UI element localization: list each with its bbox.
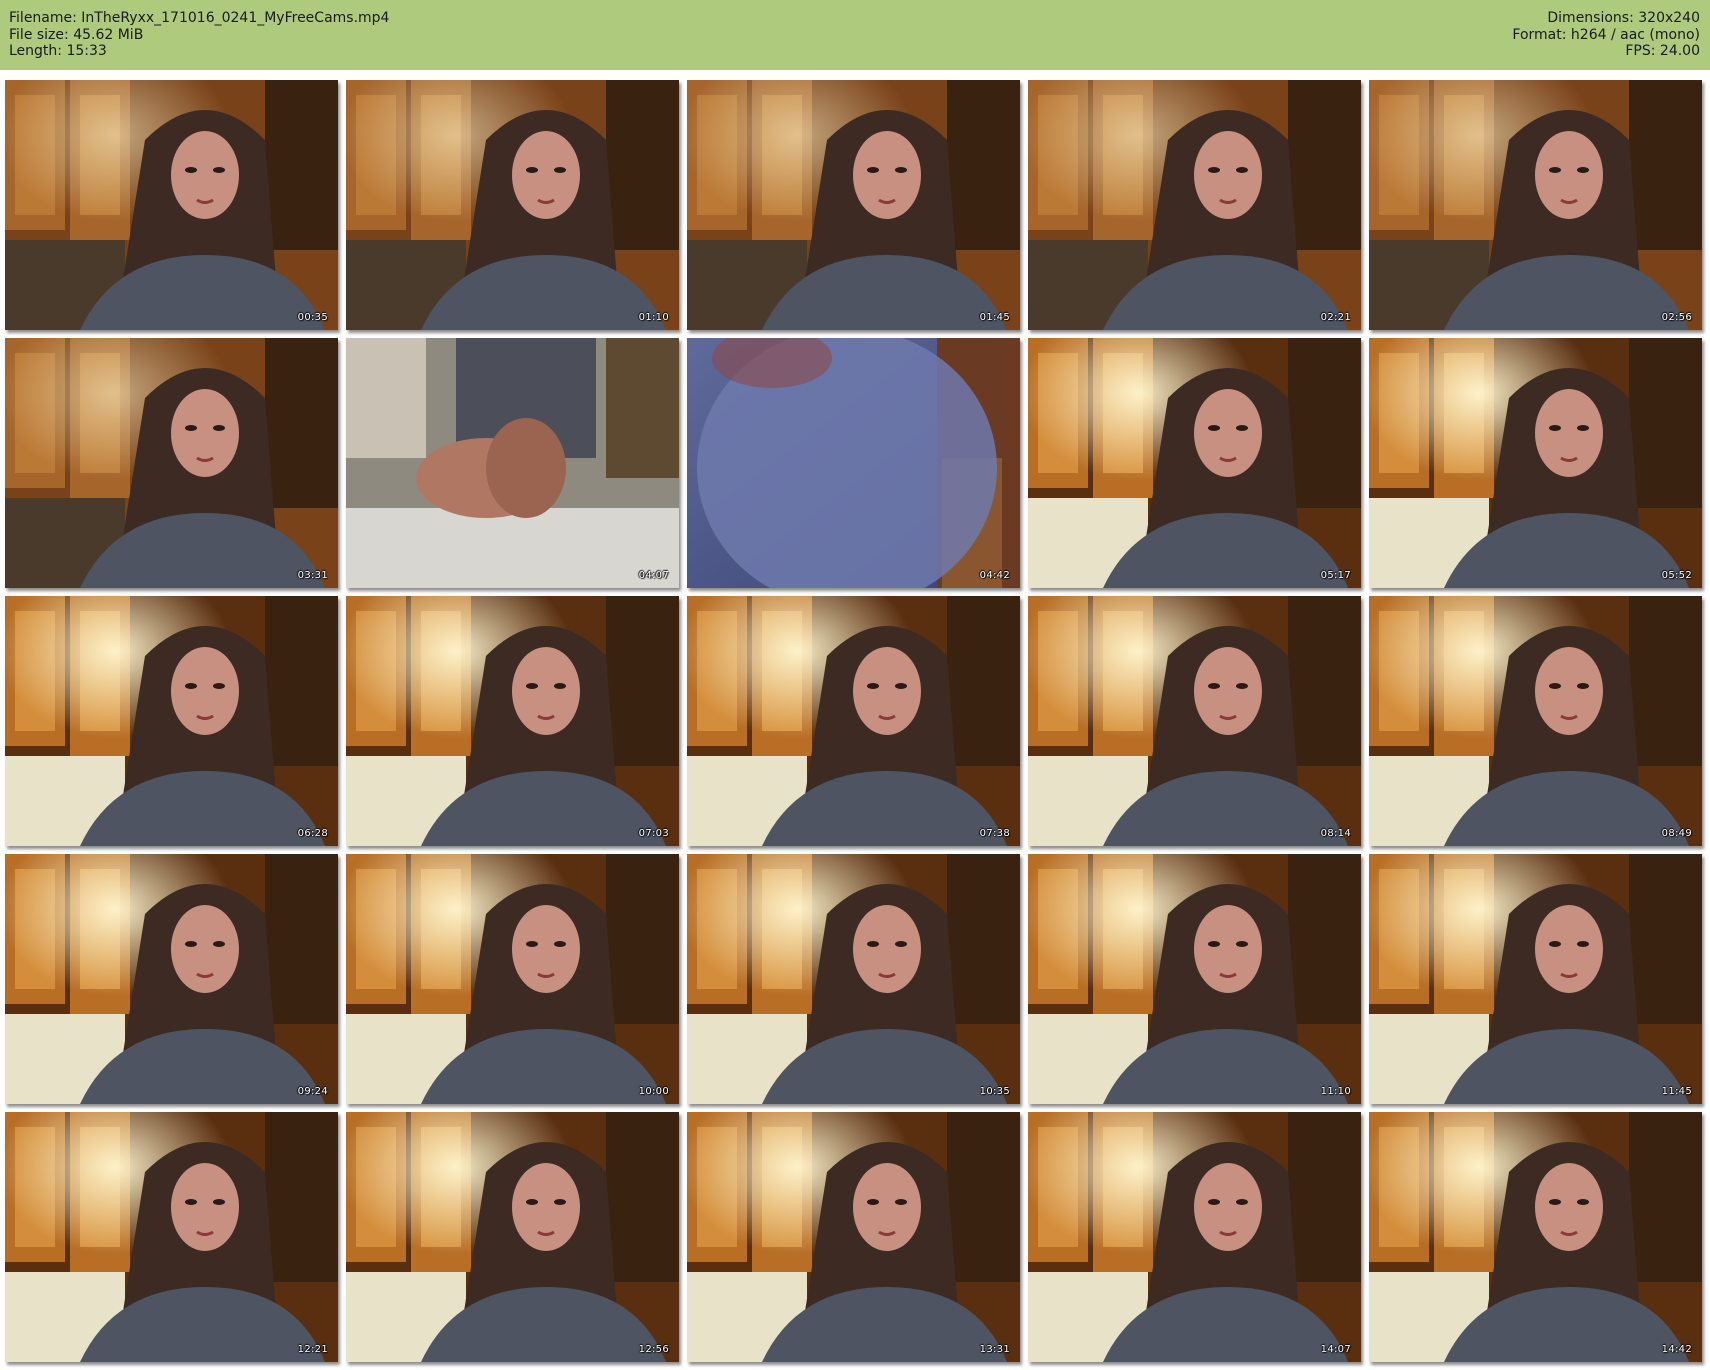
thumbnail-timestamp: 03:31 [297,570,328,581]
thumbnail-frame: 12:21 [5,1112,338,1362]
thumbnail-frame: 01:45 [687,80,1020,330]
thumbnail-frame: 06:28 [5,596,338,846]
thumbnail-timestamp: 11:10 [1320,1086,1351,1097]
info-header: Filename: InTheRyxx_171016_0241_MyFreeCa… [0,0,1710,70]
thumbnail-frame: 00:35 [5,80,338,330]
thumbnail-timestamp: 01:45 [979,312,1010,323]
thumbnail-frame: 02:21 [1028,80,1361,330]
thumbnail-frame: 14:42 [1369,1112,1702,1362]
video-still-image [346,80,679,330]
video-still-image [5,596,338,846]
video-still-image [1369,596,1702,846]
thumbnail-timestamp: 08:14 [1320,828,1351,839]
video-still-image [5,80,338,330]
thumbnail-timestamp: 13:31 [979,1344,1010,1355]
thumbnail-timestamp: 05:52 [1661,570,1692,581]
thumbnail-timestamp: 14:07 [1320,1344,1351,1355]
thumbnail-frame: 05:52 [1369,338,1702,588]
thumbnail-timestamp: 12:56 [638,1344,669,1355]
thumbnail-timestamp: 12:21 [297,1344,328,1355]
thumbnail-timestamp: 06:28 [297,828,328,839]
thumbnail-timestamp: 14:42 [1661,1344,1692,1355]
video-still-image [1369,854,1702,1104]
thumbnail-timestamp: 02:56 [1661,312,1692,323]
video-still-image [5,1112,338,1362]
file-info-left: Filename: InTheRyxx_171016_0241_MyFreeCa… [9,10,389,60]
thumbnail-timestamp: 04:42 [979,570,1010,581]
thumbnail-frame: 04:42 [687,338,1020,588]
thumbnail-grid: 00:35 01:10 01:45 02:21 02:56 03:31 04:0… [0,74,1710,1370]
thumbnail-frame: 08:49 [1369,596,1702,846]
thumbnail-timestamp: 09:24 [297,1086,328,1097]
thumbnail-frame: 14:07 [1028,1112,1361,1362]
thumbnail-frame: 05:17 [1028,338,1361,588]
thumbnail-timestamp: 08:49 [1661,828,1692,839]
thumbnail-timestamp: 07:03 [638,828,669,839]
video-still-image [346,854,679,1104]
video-still-image [346,338,679,588]
fps-text: FPS: 24.00 [1625,43,1700,59]
thumbnail-frame: 10:35 [687,854,1020,1104]
video-still-image [687,338,1020,588]
video-still-image [5,854,338,1104]
thumbnail-frame: 02:56 [1369,80,1702,330]
video-still-image [1028,80,1361,330]
thumbnail-frame: 01:10 [346,80,679,330]
thumbnail-timestamp: 02:21 [1320,312,1351,323]
video-still-image [1369,338,1702,588]
filesize-text: File size: 45.62 MiB [9,26,144,43]
thumbnail-frame: 11:10 [1028,854,1361,1104]
thumbnail-frame: 08:14 [1028,596,1361,846]
thumbnail-frame: 12:56 [346,1112,679,1362]
video-still-image [5,338,338,588]
length-text: Length: 15:33 [9,43,107,59]
thumbnail-frame: 07:03 [346,596,679,846]
dimensions-text: Dimensions: 320x240 [1547,10,1700,26]
video-still-image [687,596,1020,846]
thumbnail-timestamp: 10:00 [638,1086,669,1097]
thumbnail-timestamp: 11:45 [1661,1086,1692,1097]
file-info-right: Dimensions: 320x240 Format: h264 / aac (… [1512,10,1700,60]
video-still-image [346,596,679,846]
video-still-image [687,80,1020,330]
video-still-image [1028,1112,1361,1362]
video-still-image [687,854,1020,1104]
thumbnail-timestamp: 10:35 [979,1086,1010,1097]
thumbnail-timestamp: 04:07 [638,570,669,581]
video-still-image [1369,1112,1702,1362]
thumbnail-frame: 03:31 [5,338,338,588]
thumbnail-frame: 10:00 [346,854,679,1104]
format-text: Format: h264 / aac (mono) [1512,26,1700,43]
thumbnail-frame: 07:38 [687,596,1020,846]
filename-text: Filename: InTheRyxx_171016_0241_MyFreeCa… [9,10,390,26]
video-still-image [346,1112,679,1362]
video-still-image [1369,80,1702,330]
video-still-image [1028,338,1361,588]
thumbnail-frame: 09:24 [5,854,338,1104]
video-still-image [1028,854,1361,1104]
video-still-image [1028,596,1361,846]
thumbnail-timestamp: 05:17 [1320,570,1351,581]
video-still-image [687,1112,1020,1362]
thumbnail-frame: 11:45 [1369,854,1702,1104]
thumbnail-timestamp: 00:35 [297,312,328,323]
thumbnail-frame: 13:31 [687,1112,1020,1362]
thumbnail-timestamp: 07:38 [979,828,1010,839]
thumbnail-timestamp: 01:10 [638,312,669,323]
thumbnail-frame: 04:07 [346,338,679,588]
